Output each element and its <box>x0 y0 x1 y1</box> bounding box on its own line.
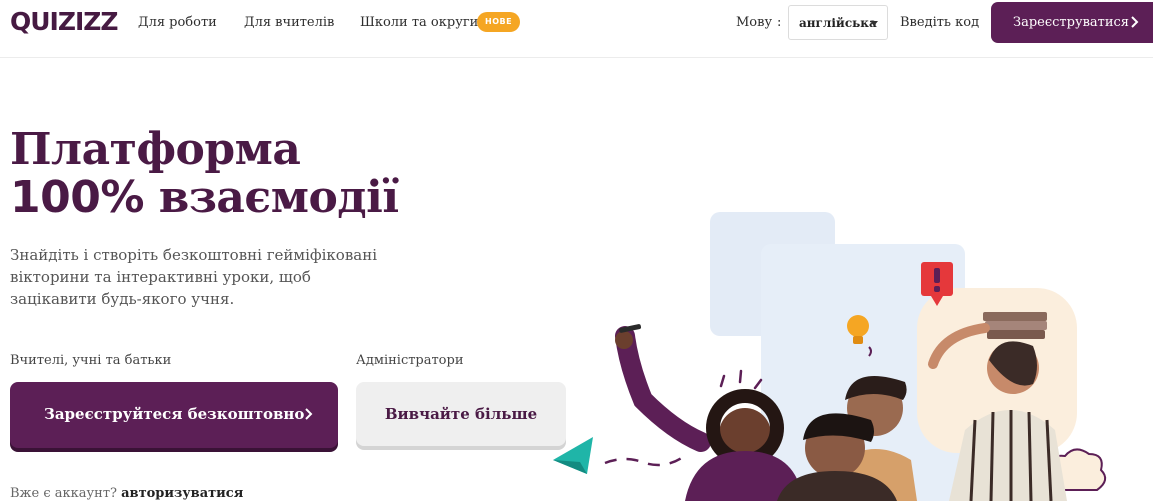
admins-label: Адміністратори <box>356 353 464 368</box>
language-colon: : <box>777 15 782 30</box>
chevron-right-icon <box>1131 16 1139 28</box>
signup-free-button[interactable]: Зареєструйтеся безкоштовно <box>10 382 338 448</box>
caret-down-icon <box>870 21 878 26</box>
hero-title-word: взаємодії <box>158 172 399 223</box>
learn-more-label: Вивчайте більше <box>384 405 538 423</box>
new-badge: НОВЕ <box>477 12 521 32</box>
teachers-label: Вчителі, учні та батьки <box>10 353 172 368</box>
login-link[interactable]: авторизуватися <box>121 486 243 501</box>
quizizz-logo[interactable]: QUIZIZZ <box>10 8 119 36</box>
top-navigation-bar: QUIZIZZ Для роботи Для вчителів Школи та… <box>0 0 1153 58</box>
nav-link-for-teachers[interactable]: Для вчителів <box>244 14 334 32</box>
enter-code-link[interactable]: Введіть код <box>900 14 979 32</box>
signup-button-label: Зареєструватися <box>1013 15 1129 30</box>
hero-title-line1: Платформа <box>10 124 301 175</box>
language-label: Мову <box>736 15 773 30</box>
hero-title: Платформа 100% взаємодії <box>10 126 570 222</box>
have-account-text: Вже є аккаунт? <box>10 486 117 501</box>
learn-more-button[interactable]: Вивчайте більше <box>356 382 566 446</box>
signup-button[interactable]: Зареєструватися <box>991 2 1153 43</box>
nav-link-schools-districts[interactable]: Школи та округи <box>360 14 478 32</box>
hero-title-line2: 100% взаємодії <box>10 174 570 222</box>
language-select-value: англійська <box>799 16 877 30</box>
language-select[interactable]: англійська <box>788 5 888 40</box>
hero-subtitle: Знайдіть і створіть безкоштовні гейміфік… <box>10 246 378 308</box>
hero-title-percent: 100% <box>10 172 144 223</box>
paper-plane-icon <box>553 437 684 474</box>
signup-free-label: Зареєструйтеся безкоштовно <box>44 405 305 423</box>
login-prompt: Вже є аккаунт? авторизуватися <box>10 486 243 501</box>
chevron-right-icon <box>305 408 313 420</box>
nav-link-for-work[interactable]: Для роботи <box>138 14 217 32</box>
hero-illustration <box>553 212 1107 501</box>
motion-lines <box>719 369 763 390</box>
